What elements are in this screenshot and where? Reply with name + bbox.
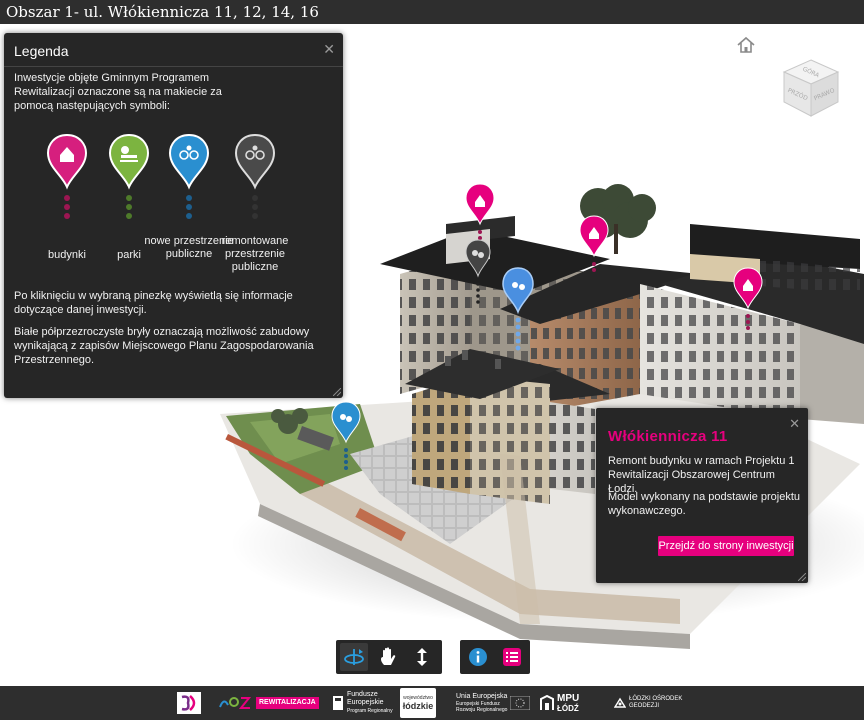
green-pin-icon <box>108 133 150 219</box>
list-icon <box>503 648 521 666</box>
investment-model-note: Model wykonany na podstawie projektu wyk… <box>608 491 801 517</box>
legend-toggle-button[interactable] <box>498 643 526 671</box>
logo-lodzki-osrodek-geodezji[interactable]: ŁÓDZKI OŚRODEK GEODEZJI <box>614 690 682 716</box>
logo-lodzkie[interactable]: województwo łódzkie <box>400 688 436 718</box>
rewitalizacja-label: REWITALIZACJA <box>256 697 319 709</box>
footer-logos-bar: REWITALIZACJA Fundusze Europejskie Progr… <box>0 686 864 720</box>
lodg-line1: ŁÓDZKI OŚRODEK <box>629 696 683 702</box>
mpu-logo-icon <box>540 695 554 710</box>
lodz-logo-icon <box>219 697 252 709</box>
navigation-toolbar <box>336 640 442 674</box>
mpu-line2: ŁÓDŹ <box>557 703 579 713</box>
ue-line3: Rozwoju Regionalnego <box>456 707 508 713</box>
orbit-tool-button[interactable] <box>340 643 368 671</box>
logo-3d[interactable] <box>176 690 202 716</box>
go-to-investment-button[interactable]: Przejdź do strony inwestycji <box>658 536 794 556</box>
fundusze-line3: Program Regionalny <box>347 708 393 714</box>
vertical-arrows-icon <box>417 648 427 666</box>
legend-header[interactable]: Legenda ✕ <box>4 33 343 67</box>
legend-symbol-remontowane: remontowane przestrzenie publiczne <box>220 133 290 273</box>
legend-panel[interactable]: Legenda ✕ Inwestycje objęte Gminnym Prog… <box>4 33 343 398</box>
fundusze-line1: Fundusze <box>347 691 378 698</box>
home-icon[interactable] <box>736 36 756 54</box>
orbit-icon <box>344 649 364 665</box>
legend-paragraph-volumes: Białe półprzezroczyste bryły oznaczają m… <box>14 326 314 366</box>
eu-flag-icon <box>510 696 531 710</box>
investment-title: Włókiennicza 11 <box>608 428 728 445</box>
pan-tool-button[interactable] <box>374 643 402 671</box>
navigation-cube[interactable]: GÓRA PRZÓD PRAWO <box>780 54 842 120</box>
investment-info-panel[interactable]: Włókiennicza 11 ✕ Remont budynku w ramac… <box>596 408 808 583</box>
logo-unia-europejska[interactable]: Unia Europejska Europejski Fundusz Rozwo… <box>456 690 531 716</box>
window-title: Obszar 1- ul. Włókiennicza 11, 12, 14, 1… <box>0 0 864 24</box>
info-toolbar <box>460 640 530 674</box>
mpu-line1: MPU <box>557 692 580 704</box>
pink-pin-icon <box>46 133 88 219</box>
fundusze-line2: Europejskie <box>347 699 384 706</box>
geodesy-logo-icon <box>614 697 626 708</box>
fe-logo-icon <box>333 696 343 710</box>
hand-icon <box>381 647 396 665</box>
logo-mpu-lodz[interactable]: MPU ŁÓDŹ <box>540 690 579 716</box>
ue-line1: Unia Europejska <box>456 693 508 700</box>
legend-title: Legenda <box>14 43 69 59</box>
legend-paragraph-pins: Po kliknięciu w wybraną pinezkę wyświetl… <box>14 290 293 316</box>
logo-fundusze-europejskie[interactable]: Fundusze Europejskie Program Regionalny <box>332 690 393 716</box>
blue-pin-icon <box>168 133 210 219</box>
legend-label-remontowane: remontowane przestrzenie publiczne <box>221 235 289 273</box>
legend-close-icon[interactable]: ✕ <box>323 41 335 58</box>
logo-lodz-rewitalizacja[interactable]: REWITALIZACJA <box>218 690 319 716</box>
3d-logo-icon <box>177 692 201 714</box>
lodg-line2: GEODEZJI <box>629 703 660 709</box>
info-button[interactable] <box>464 643 492 671</box>
lodzkie-label: łódzkie <box>402 701 434 711</box>
resize-handle-icon[interactable] <box>798 573 806 581</box>
resize-handle-icon[interactable] <box>333 388 341 396</box>
legend-intro: Inwestycje objęte Gminnym Programem Rewi… <box>14 72 222 112</box>
gray-pin-icon <box>234 133 276 219</box>
info-close-icon[interactable]: ✕ <box>789 416 800 432</box>
zoom-tool-button[interactable] <box>408 643 436 671</box>
info-icon <box>469 648 487 666</box>
